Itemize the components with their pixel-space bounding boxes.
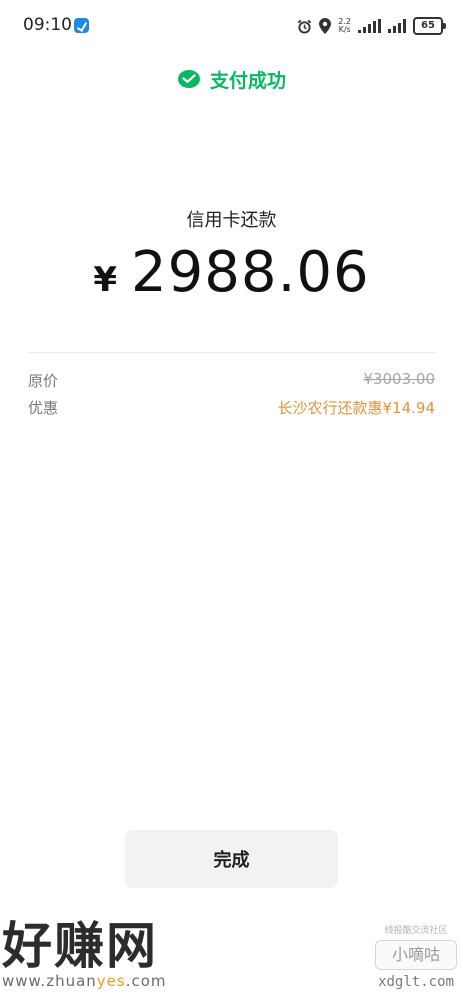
- signal-icon: [358, 19, 381, 33]
- discount-value: 长沙农行还款惠¥14.94: [277, 399, 436, 417]
- payment-success-header: 支付成功: [0, 66, 463, 93]
- watermark-left-title: 好赚网: [2, 917, 158, 975]
- watermark-left: 好赚网 www.zhuanyes.com: [2, 916, 167, 990]
- watermark-right: 线报酷交流社区 小嘀咕 xdglt.com: [375, 923, 457, 990]
- done-button[interactable]: 完成: [125, 830, 338, 888]
- discount-row: 优惠 长沙农行还款惠¥14.94: [28, 397, 435, 418]
- app-notification-icon: [74, 18, 89, 33]
- original-price-row: 原价 ¥3003.00: [28, 370, 435, 391]
- amount-value: 2988.06: [131, 240, 370, 305]
- status-time: 09:10: [23, 15, 72, 35]
- alarm-icon: [298, 19, 312, 34]
- divider: [28, 352, 435, 353]
- network-speed-unit: K/s: [338, 25, 351, 34]
- status-icons: 2.2 K/s 65: [297, 15, 446, 37]
- wechat-pay-icon: [177, 69, 200, 88]
- watermark-right-caption: 线报酷交流社区: [384, 926, 448, 936]
- watermark-right-logo: 小嘀咕: [375, 940, 457, 970]
- location-icon: [319, 18, 332, 34]
- discount-label: 优惠: [28, 399, 59, 417]
- watermark-url-part1: www.zhuan: [2, 972, 97, 990]
- watermark-url-highlight: yes: [96, 972, 126, 990]
- watermark-right-domain: xdglt.com: [378, 974, 454, 990]
- payment-amount: ¥ 2988.06: [0, 240, 463, 305]
- battery-icon: 65: [413, 17, 446, 35]
- watermark-left-url: www.zhuanyes.com: [2, 972, 167, 990]
- signal-icon-2: [388, 19, 406, 33]
- watermark-url-part3: .com: [125, 972, 167, 990]
- network-speed: 2.2 K/s: [338, 18, 351, 34]
- original-price-label: 原价: [28, 372, 59, 390]
- status-bar: 09:10 2.2 K/s 65: [0, 0, 463, 52]
- payee-name: 信用卡还款: [186, 210, 277, 231]
- original-price-value: ¥3003.00: [363, 370, 435, 388]
- currency-symbol: ¥: [93, 260, 118, 300]
- success-title: 支付成功: [209, 70, 286, 92]
